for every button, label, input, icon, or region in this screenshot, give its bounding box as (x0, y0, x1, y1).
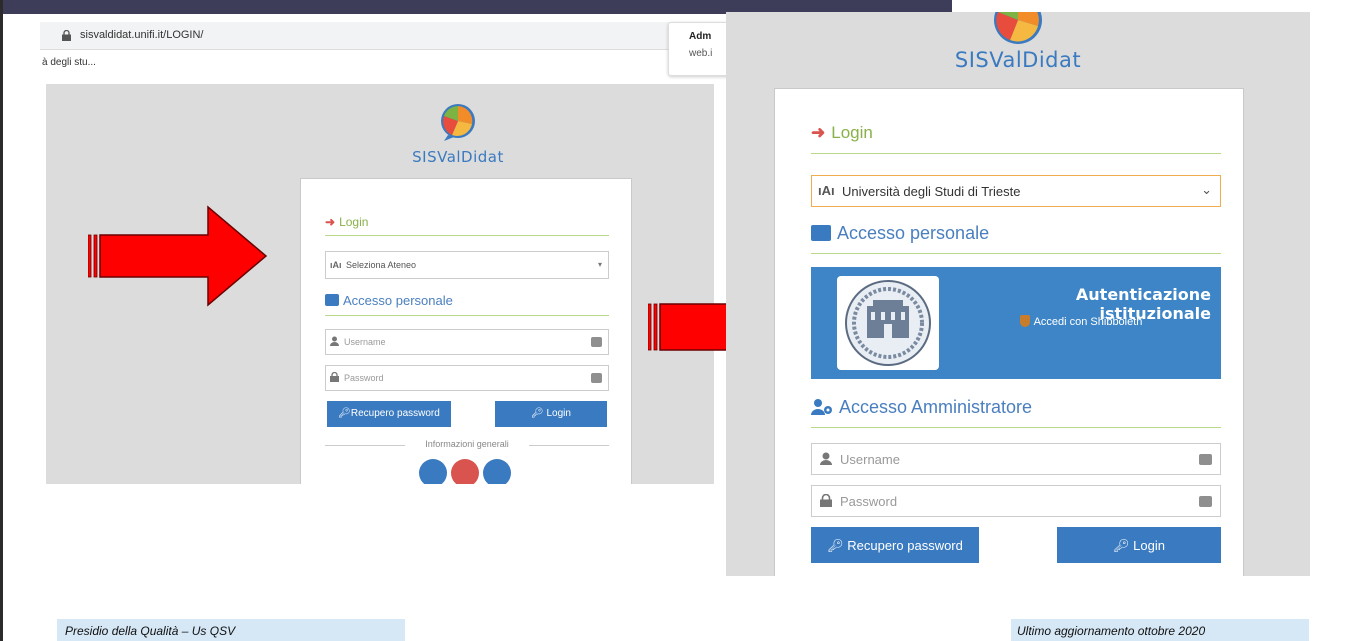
institutional-auth-banner[interactable]: Autenticazione istituzionale Accedi con … (811, 267, 1221, 379)
username-placeholder: Username (840, 452, 900, 467)
lock-icon (62, 30, 71, 41)
popup-card: Adm web.i (668, 22, 734, 76)
slide: sisvaldidat.unifi.it/LOGIN/ à degli stu.… (0, 0, 1346, 641)
bookmark-item[interactable]: à degli stu... (42, 57, 96, 68)
admin-access-heading: Accesso Amministratore (811, 397, 1032, 418)
login-button[interactable]: 🔑︎ Login (495, 401, 607, 427)
access-heading-text: Accesso personale (343, 293, 453, 308)
keyboard-icon (1199, 496, 1212, 507)
login-button-label: Login (546, 408, 571, 419)
personal-access-icon (325, 294, 339, 306)
slide-left-border (0, 0, 3, 641)
red-arrow-icon (88, 205, 268, 307)
brand-name: SISValDidat (954, 48, 1082, 72)
password-placeholder: Password (344, 373, 384, 383)
university-icon: ıAı (330, 260, 342, 270)
university-icon: ıAı (818, 183, 835, 198)
access-heading: Accesso personale (811, 223, 989, 244)
password-placeholder: Password (840, 494, 898, 509)
url-text: sisvaldidat.unifi.it/LOGIN/ (80, 29, 204, 41)
info-heading: Informazioni generali (325, 439, 609, 449)
username-placeholder: Username (344, 337, 386, 347)
user-icon (820, 452, 832, 465)
shibboleth-icon (1019, 315, 1030, 327)
login-heading-text: Login (339, 215, 369, 229)
university-select[interactable]: ıAı Università degli Studi di Trieste ⌄ (811, 175, 1221, 207)
key-icon: 🔑︎ (531, 408, 547, 419)
recover-password-button[interactable]: 🔑︎ Recupero password (811, 527, 979, 563)
admin-heading-text: Accesso Amministratore (839, 397, 1033, 417)
info-circle-icon[interactable] (451, 459, 479, 484)
recover-button-label: Recupero password (847, 538, 963, 553)
recover-password-button[interactable]: 🔑︎Recupero password (327, 401, 451, 427)
lock-icon (330, 372, 339, 382)
password-field[interactable]: Password (811, 485, 1221, 517)
zoomed-login-screenshot: SISValDidat ➜ Login ıAı Università degli … (726, 12, 1310, 576)
divider (325, 235, 609, 236)
key-icon: 🔑︎ (338, 408, 351, 419)
username-field[interactable]: Username (811, 443, 1221, 475)
footer-left: Presidio della Qualità – Us QSV (57, 619, 405, 641)
username-field[interactable]: Username (325, 329, 609, 355)
university-seal (837, 276, 939, 370)
footer-right: Ultimo aggiornamento ottobre 2020 (1011, 619, 1309, 641)
sign-in-icon: ➜ (811, 123, 826, 142)
sign-in-icon: ➜ (325, 215, 336, 229)
selected-university: Università degli Studi di Trieste (842, 184, 1021, 199)
divider (811, 427, 1221, 428)
select-text: Seleziona Ateneo (346, 260, 417, 270)
key-icon: 🔑︎ (827, 538, 848, 553)
login-card: ➜ Login ıAı Seleziona Ateneo ▾ Accesso pe… (300, 178, 632, 484)
lock-icon (820, 494, 832, 507)
keyboard-icon (1199, 454, 1212, 465)
key-icon: 🔑︎ (1113, 538, 1134, 553)
login-heading-text: Login (831, 123, 873, 142)
shibboleth-link-text: Accedi con Shibboleth (1033, 316, 1143, 328)
address-bar[interactable]: sisvaldidat.unifi.it/LOGIN/ (40, 22, 670, 50)
keyboard-icon (591, 337, 602, 347)
popup-subtitle: web.i (689, 48, 713, 59)
access-heading: Accesso personale (325, 293, 453, 308)
seal-image (845, 280, 931, 366)
user-icon (330, 336, 339, 346)
logo-icon (994, 12, 1042, 44)
login-heading: ➜ Login (811, 123, 873, 143)
university-select[interactable]: ıAı Seleziona Ateneo ▾ (325, 251, 609, 279)
chevron-down-icon: ▾ (597, 260, 602, 269)
login-button[interactable]: 🔑︎ Login (1057, 527, 1221, 563)
personal-access-icon (811, 225, 831, 241)
login-heading: ➜ Login (325, 215, 368, 229)
keyboard-icon (591, 373, 602, 383)
info-circle-icon[interactable] (483, 459, 511, 484)
info-circle-icon[interactable] (419, 459, 447, 484)
access-heading-text: Accesso personale (837, 223, 990, 243)
divider (811, 253, 1221, 254)
popup-title: Adm (689, 31, 712, 42)
brand-name: SISValDidat (412, 148, 504, 166)
divider (325, 315, 609, 316)
password-field[interactable]: Password (325, 365, 609, 391)
user-cog-icon (811, 399, 833, 415)
login-card: ➜ Login ıAı Università degli Studi di Tri… (774, 88, 1244, 576)
shibboleth-link[interactable]: Accedi con Shibboleth (981, 315, 1181, 328)
login-button-label: Login (1133, 538, 1165, 553)
chevron-down-icon: ⌄ (1201, 182, 1212, 197)
logo-icon (441, 104, 475, 141)
divider (811, 153, 1221, 154)
recover-button-label: Recupero password (350, 408, 440, 419)
